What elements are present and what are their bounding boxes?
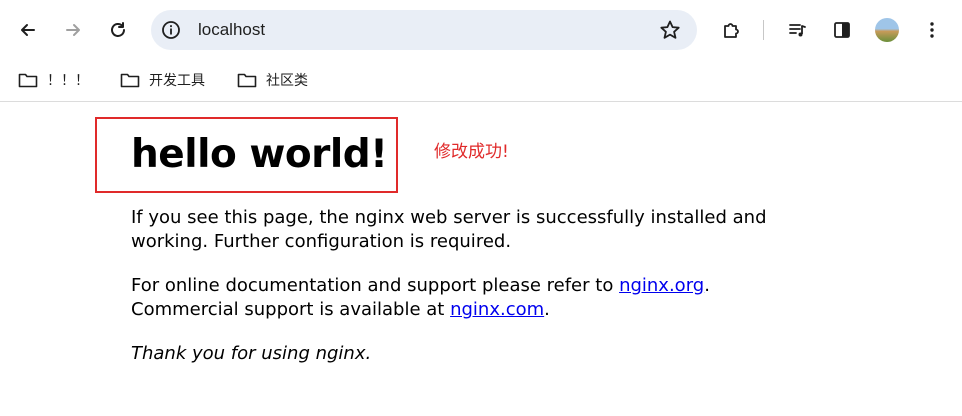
bookmark-star-icon[interactable]	[659, 19, 681, 41]
nginx-com-link[interactable]: nginx.com	[450, 299, 544, 320]
playlist-music-icon	[789, 24, 806, 37]
success-annotation: 修改成功!	[434, 142, 509, 162]
reload-button[interactable]	[102, 14, 134, 46]
bookmarks-bar: ！！！ 开发工具 社区类	[0, 60, 962, 102]
support-paragraph: For online documentation and support ple…	[131, 274, 791, 322]
arrow-right-icon	[66, 24, 80, 36]
side-panel-button[interactable]	[826, 14, 858, 46]
support-line-2: Commercial support is available at nginx…	[131, 298, 791, 322]
forward-button[interactable]	[57, 14, 89, 46]
intro-line-1: If you see this page, the nginx web serv…	[131, 207, 767, 228]
url-text[interactable]: localhost	[198, 19, 265, 41]
kebab-menu-icon	[930, 22, 934, 38]
menu-button[interactable]	[916, 14, 948, 46]
side-panel-icon	[834, 22, 850, 38]
intro-paragraph: If you see this page, the nginx web serv…	[131, 206, 791, 254]
profile-avatar[interactable]	[875, 18, 899, 42]
browser-toolbar: localhost	[0, 0, 962, 60]
bookmark-label: 开发工具	[149, 73, 205, 89]
intro-line-2: working. Further configuration is requir…	[131, 231, 512, 252]
support-punct: .	[704, 275, 710, 296]
support-line-1: For online documentation and support ple…	[131, 274, 791, 298]
back-button[interactable]	[12, 14, 44, 46]
arrow-left-icon	[21, 24, 35, 36]
thanks-text: Thank you for using nginx.	[131, 343, 372, 364]
bookmark-label: ！！！	[47, 73, 89, 89]
commercial-text: Commercial support is available at	[131, 299, 451, 320]
bookmark-folder[interactable]: 社区类	[237, 67, 308, 93]
nginx-org-link[interactable]: nginx.org	[619, 275, 704, 296]
bookmark-folder[interactable]: ！！！	[18, 67, 89, 93]
bookmark-label: 社区类	[266, 73, 308, 89]
folder-icon	[120, 73, 140, 88]
puzzle-icon	[724, 23, 739, 38]
media-controls-button[interactable]	[781, 14, 813, 46]
support-text: For online documentation and support ple…	[131, 275, 620, 296]
site-info-icon[interactable]	[161, 20, 181, 40]
folder-icon	[18, 73, 38, 88]
toolbar-separator	[763, 20, 764, 40]
folder-icon	[237, 73, 257, 88]
address-bar[interactable]: localhost	[151, 10, 697, 50]
bookmark-folder[interactable]: 开发工具	[120, 67, 205, 93]
page-content: hello world! 修改成功! If you see this page,…	[0, 103, 962, 416]
commercial-punct: .	[544, 299, 550, 320]
reload-icon	[111, 22, 125, 37]
extensions-button[interactable]	[715, 14, 747, 46]
page-title: hello world!	[131, 132, 388, 177]
